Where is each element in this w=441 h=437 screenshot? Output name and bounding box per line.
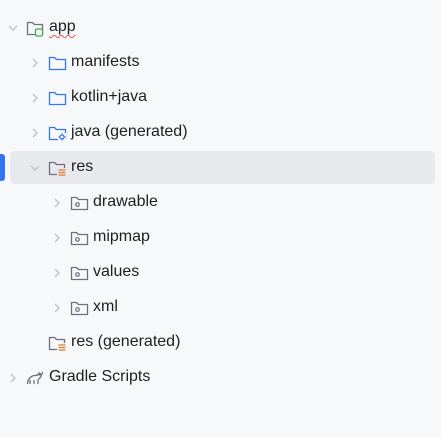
resource-folder-icon <box>48 333 68 353</box>
tree-node-manifests[interactable]: manifests <box>0 45 441 80</box>
chevron-right-icon[interactable] <box>28 126 42 140</box>
chevron-right-icon[interactable] <box>28 91 42 105</box>
chevron-right-icon[interactable] <box>28 56 42 70</box>
tree-node-label: manifests <box>71 53 140 70</box>
tree-node-label: app <box>49 18 76 35</box>
tree-node-label: mipmap <box>93 228 150 245</box>
tree-node-res-generated[interactable]: res (generated) <box>0 325 441 360</box>
tree-node-label: res <box>71 158 94 175</box>
chevron-right-icon[interactable] <box>6 371 20 385</box>
tree-node-label: drawable <box>93 193 158 210</box>
tree-node-label: Gradle Scripts <box>49 368 151 385</box>
chevron-right-icon[interactable] <box>50 266 64 280</box>
tree-node-app[interactable]: app <box>0 10 441 45</box>
chevron-right-icon[interactable] <box>50 301 64 315</box>
tree-node-label: java (generated) <box>71 123 188 140</box>
tree-node-label: xml <box>93 298 118 315</box>
folder-icon <box>48 88 68 108</box>
chevron-down-icon[interactable] <box>28 161 42 175</box>
generated-source-folder-icon <box>48 123 68 143</box>
tree-node-drawable[interactable]: drawable <box>0 185 441 220</box>
chevron-down-icon[interactable] <box>6 21 20 35</box>
tree-node-label: values <box>93 263 140 280</box>
resource-subfolder-icon <box>70 228 90 248</box>
folder-icon <box>48 53 68 73</box>
tree-node-mipmap[interactable]: mipmap <box>0 220 441 255</box>
gradle-elephant-icon <box>25 368 45 388</box>
tree-node-gradle-scripts[interactable]: Gradle Scripts <box>0 360 441 395</box>
tree-node-kotlin-java[interactable]: kotlin+java <box>0 80 441 115</box>
tree-node-xml[interactable]: xml <box>0 290 441 325</box>
tree-node-res[interactable]: res <box>0 150 441 185</box>
tree-node-values[interactable]: values <box>0 255 441 290</box>
resource-subfolder-icon <box>70 298 90 318</box>
chevron-right-icon[interactable] <box>50 231 64 245</box>
resource-subfolder-icon <box>70 263 90 283</box>
resource-subfolder-icon <box>70 193 90 213</box>
project-tree: app manifests kotlin+java java (generate… <box>0 0 441 437</box>
tree-node-label: kotlin+java <box>71 88 148 105</box>
resource-folder-icon <box>48 158 68 178</box>
module-folder-icon <box>26 18 46 38</box>
tree-node-java-generated[interactable]: java (generated) <box>0 115 441 150</box>
focus-indicator <box>0 154 5 181</box>
tree-node-label: res (generated) <box>71 333 181 350</box>
chevron-right-icon[interactable] <box>50 196 64 210</box>
